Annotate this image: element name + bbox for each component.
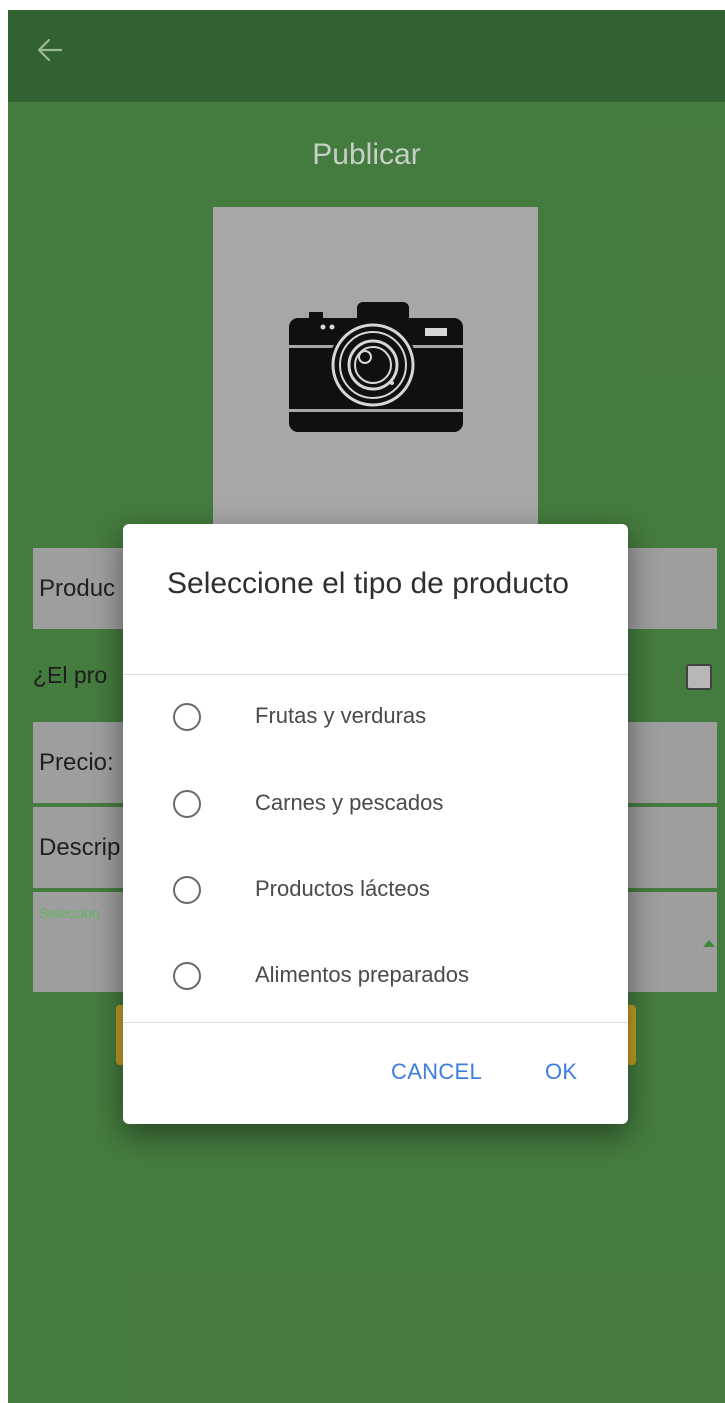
option-label: Frutas y verduras bbox=[255, 703, 427, 728]
ok-button[interactable]: OK bbox=[545, 1059, 577, 1085]
dialog-divider-top bbox=[123, 674, 628, 675]
option-productos-lacteos[interactable]: Productos lácteos bbox=[123, 858, 628, 918]
product-type-dialog: Seleccione el tipo de producto Frutas y … bbox=[123, 524, 628, 1124]
option-label: Carnes y pescados bbox=[255, 790, 444, 815]
option-frutas-y-verduras[interactable]: Frutas y verduras bbox=[123, 685, 628, 745]
radio-button[interactable] bbox=[173, 790, 201, 818]
radio-button[interactable] bbox=[173, 962, 201, 990]
dialog-divider-bottom bbox=[123, 1022, 628, 1023]
option-label: Alimentos preparados bbox=[255, 962, 470, 987]
radio-button[interactable] bbox=[173, 703, 201, 731]
radio-button[interactable] bbox=[173, 876, 201, 904]
option-carnes-y-pescados[interactable]: Carnes y pescados bbox=[123, 772, 628, 832]
dialog-title: Seleccione el tipo de producto bbox=[167, 567, 569, 600]
cancel-button[interactable]: CANCEL bbox=[391, 1059, 482, 1085]
app-screen: Publicar Produc ¿El pro Precio: Descrip bbox=[8, 10, 725, 1403]
option-label: Productos lácteos bbox=[255, 876, 430, 901]
option-alimentos-preparados[interactable]: Alimentos preparados bbox=[123, 944, 628, 1004]
